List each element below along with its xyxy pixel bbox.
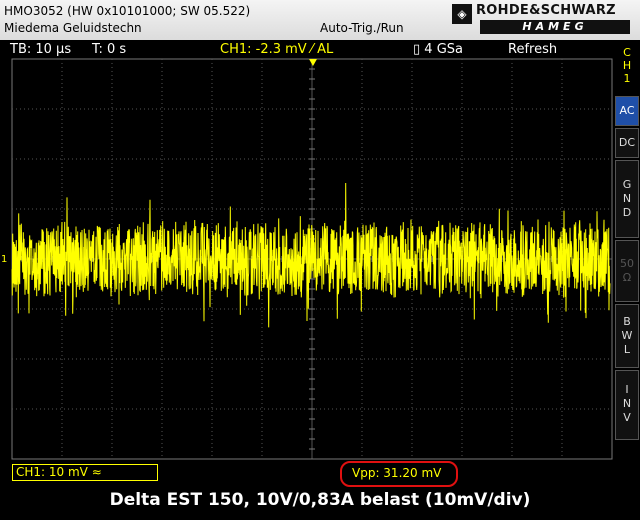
ch1-scale-box[interactable]: CH1: 10 mV ≈ [12,464,158,481]
ch1-side-menu: CH1 AC DC GND 50 Ω BWL INV [614,40,640,460]
gnd-button[interactable]: GND [615,160,639,238]
caption: Delta EST 150, 10V/0,83A belast (10mV/di… [109,490,531,510]
50-ohm-button[interactable]: 50 Ω [615,240,639,302]
vpp-measurement[interactable]: Vpp: 31.20 mV [352,466,441,480]
ch1-offset-marker[interactable]: 1 [1,254,7,265]
invert-button[interactable]: INV [615,370,639,440]
ch1-trace [11,182,611,328]
scope-screen [11,58,613,460]
ac-coupling-button[interactable]: AC [615,96,639,126]
side-menu-title: CH1 [622,46,632,85]
bwl-button[interactable]: BWL [615,304,639,368]
trigger-position-icon [309,59,317,66]
dc-coupling-button[interactable]: DC [615,128,639,158]
